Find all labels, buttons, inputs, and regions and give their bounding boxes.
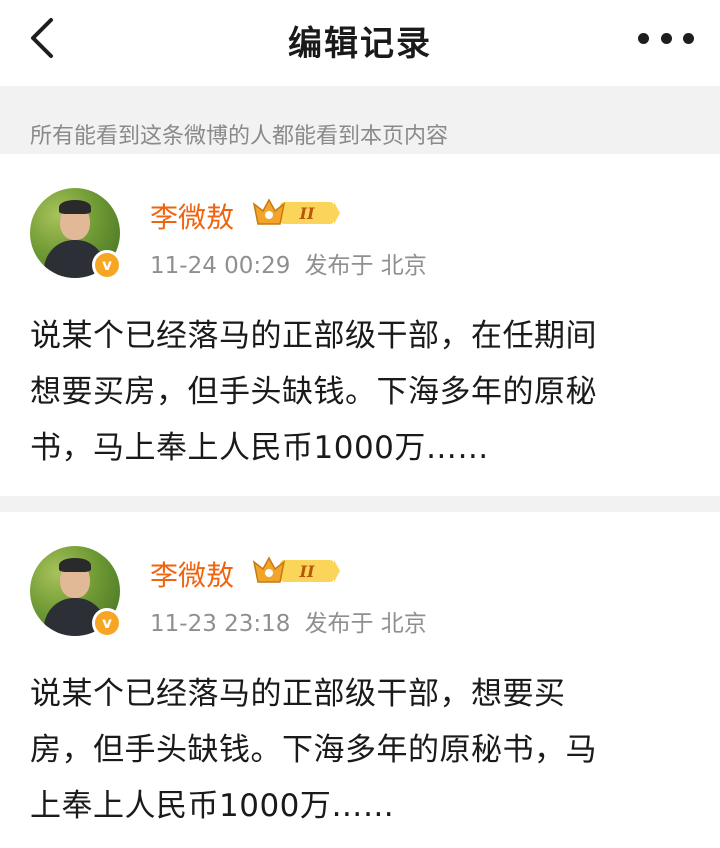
visibility-notice: 所有能看到这条微博的人都能看到本页内容 <box>0 86 720 154</box>
post-time: 11-23 23:18 <box>150 611 291 637</box>
level-label: II <box>299 204 315 223</box>
level-label: II <box>299 562 315 581</box>
author-name[interactable]: 李微敖 <box>150 554 234 594</box>
crown-level-icon: II <box>252 556 340 583</box>
content-line: 上奉上人民币1000万…… <box>30 788 395 824</box>
content-line: 说某个已经落马的正部级干部，在任期间 <box>30 318 597 354</box>
post-location: 发布于 北京 <box>304 611 427 637</box>
content-line: 想要买房，但手头缺钱。下海多年的原秘 <box>30 374 597 410</box>
crown-level-icon: II <box>252 198 340 225</box>
edit-record-card: v 李微敖 II 11-24 00:29 发布于 北京 说某个已经落马的正部级干部… <box>0 154 720 496</box>
content-line: 说某个已经落马的正部级干部，想要买 <box>30 676 566 712</box>
post-meta: 11-24 00:29 发布于 北京 <box>150 246 427 280</box>
verified-v-icon: v <box>92 250 122 280</box>
author-name[interactable]: 李微敖 <box>150 196 234 236</box>
content-line: 书，马上奉上人民币1000万…… <box>30 430 489 466</box>
post-content: 说某个已经落马的正部级干部，在任期间 想要买房，但手头缺钱。下海多年的原秘 书，… <box>30 308 700 476</box>
more-dot <box>638 32 649 44</box>
more-button[interactable] <box>638 18 694 58</box>
edit-record-card: v 李微敖 II 11-23 23:18 发布于 北京 说某个已经落马的正部级干部… <box>0 512 720 848</box>
more-dot <box>660 32 672 44</box>
card-divider <box>0 496 720 512</box>
nav-bar: 编辑记录 <box>0 0 720 86</box>
more-dot <box>683 32 694 44</box>
verified-v-icon: v <box>92 608 122 638</box>
post-meta: 11-23 23:18 发布于 北京 <box>150 604 427 638</box>
post-location: 发布于 北京 <box>304 253 427 279</box>
post-time: 11-24 00:29 <box>150 253 291 279</box>
post-content: 说某个已经落马的正部级干部，想要买 房，但手头缺钱。下海多年的原秘书，马 上奉上… <box>30 666 700 834</box>
content-line: 房，但手头缺钱。下海多年的原秘书，马 <box>30 732 597 768</box>
visibility-notice-text: 所有能看到这条微博的人都能看到本页内容 <box>30 124 449 149</box>
page-title: 编辑记录 <box>288 24 432 64</box>
